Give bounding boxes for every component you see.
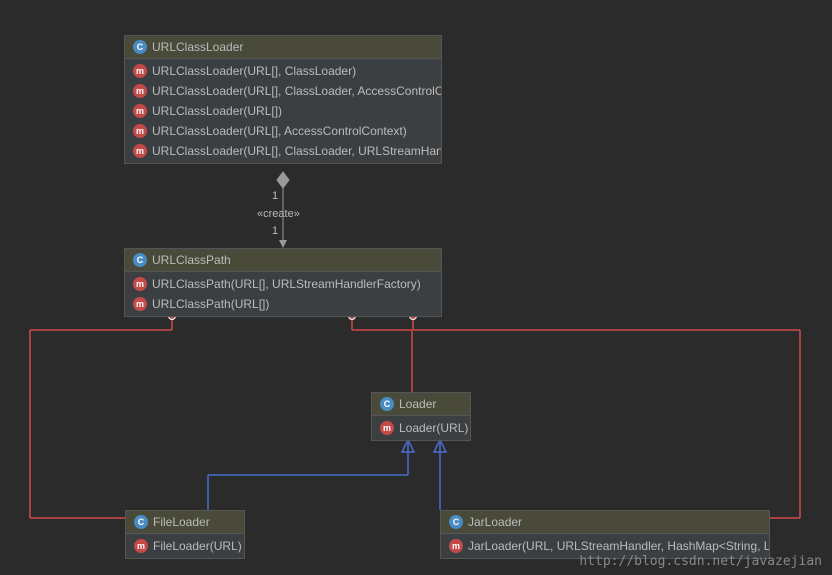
method-row[interactable]: mLoader(URL) (372, 418, 470, 438)
class-loader[interactable]: C Loader mLoader(URL) (371, 392, 471, 441)
class-header: C Loader (372, 393, 470, 416)
class-name: URLClassLoader (152, 40, 243, 54)
method-row[interactable]: mFileLoader(URL) (126, 536, 244, 556)
method-row[interactable]: mURLClassLoader(URL[], ClassLoader, Acce… (125, 81, 441, 101)
class-header: C URLClassLoader (125, 36, 441, 59)
class-name: Loader (399, 397, 436, 411)
method-icon: m (133, 297, 147, 311)
stereotype-label: «create» (257, 208, 300, 220)
method-icon: m (133, 124, 147, 138)
class-header: C URLClassPath (125, 249, 441, 272)
method-icon: m (133, 144, 147, 158)
method-row[interactable]: mURLClassLoader(URL[], ClassLoader) (125, 61, 441, 81)
method-icon: m (380, 421, 394, 435)
class-icon: C (133, 40, 147, 54)
watermark: http://blog.csdn.net/javazejian (579, 554, 822, 569)
class-icon: C (449, 515, 463, 529)
method-row[interactable]: mURLClassPath(URL[]) (125, 294, 441, 314)
class-members: mURLClassLoader(URL[], ClassLoader) mURL… (125, 59, 441, 163)
method-icon: m (133, 84, 147, 98)
class-members: mURLClassPath(URL[], URLStreamHandlerFac… (125, 272, 441, 316)
multiplicity-label: 1 (272, 225, 278, 237)
method-icon: m (133, 104, 147, 118)
class-members: mFileLoader(URL) (126, 534, 244, 558)
multiplicity-label: 1 (272, 190, 278, 202)
method-icon: m (134, 539, 148, 553)
method-row[interactable]: mURLClassPath(URL[], URLStreamHandlerFac… (125, 274, 441, 294)
method-row[interactable]: mJarLoader(URL, URLStreamHandler, HashMa… (441, 536, 769, 556)
class-name: URLClassPath (152, 253, 231, 267)
class-urlclasspath[interactable]: C URLClassPath mURLClassPath(URL[], URLS… (124, 248, 442, 317)
class-fileloader[interactable]: C FileLoader mFileLoader(URL) (125, 510, 245, 559)
method-icon: m (449, 539, 463, 553)
method-row[interactable]: mURLClassLoader(URL[], AccessControlCont… (125, 121, 441, 141)
method-icon: m (133, 277, 147, 291)
class-name: FileLoader (153, 515, 210, 529)
class-members: mLoader(URL) (372, 416, 470, 440)
class-icon: C (134, 515, 148, 529)
class-icon: C (380, 397, 394, 411)
class-jarloader[interactable]: C JarLoader mJarLoader(URL, URLStreamHan… (440, 510, 770, 559)
class-header: C JarLoader (441, 511, 769, 534)
class-icon: C (133, 253, 147, 267)
class-header: C FileLoader (126, 511, 244, 534)
method-row[interactable]: mURLClassLoader(URL[]) (125, 101, 441, 121)
method-icon: m (133, 64, 147, 78)
method-row[interactable]: mURLClassLoader(URL[], ClassLoader, URLS… (125, 141, 441, 161)
class-name: JarLoader (468, 515, 522, 529)
class-urlclassloader[interactable]: C URLClassLoader mURLClassLoader(URL[], … (124, 35, 442, 164)
